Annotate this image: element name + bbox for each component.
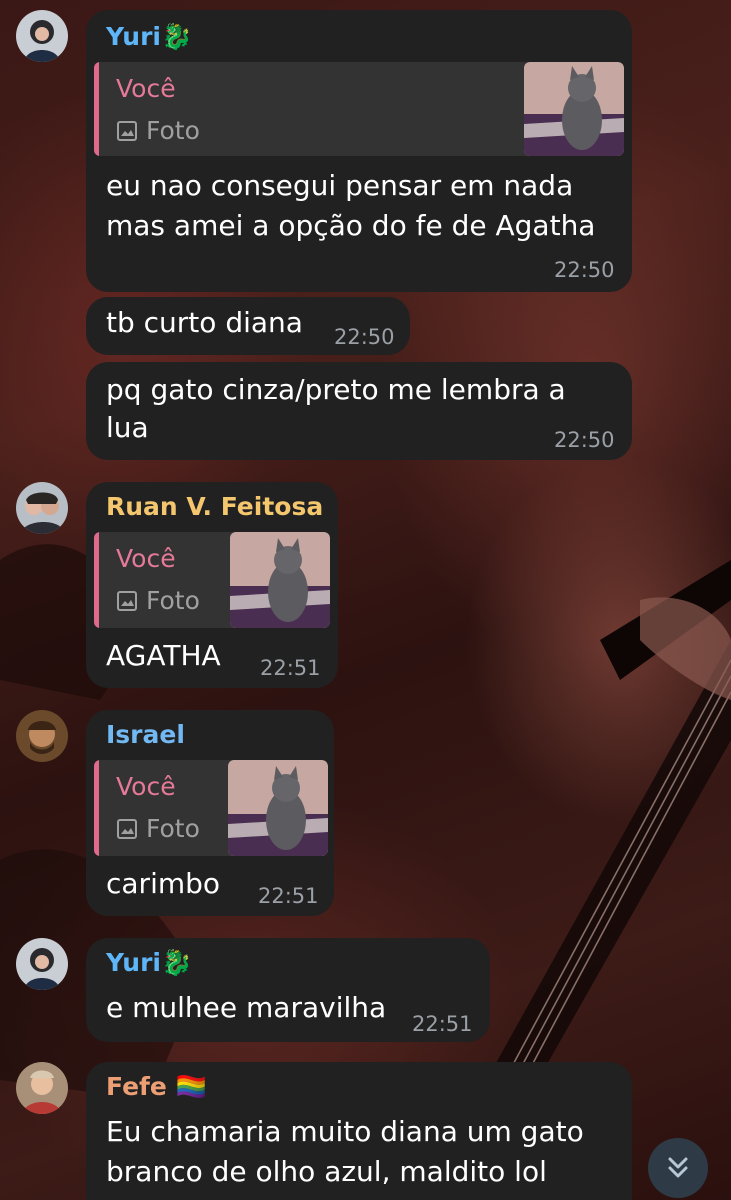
reply-photo-thumbnail [228, 760, 328, 856]
reply-accent-bar [94, 62, 99, 156]
avatar-yuri[interactable] [16, 938, 68, 990]
message-text: e mulhee maravilha [106, 991, 387, 1024]
message-bubble[interactable]: pq gato cinza/preto me lembra a lua 22:5… [86, 362, 632, 460]
reply-accent-bar [94, 532, 99, 628]
message-bubble[interactable]: Fefe 🏳️‍🌈 Eu chamaria muito diana um gat… [86, 1062, 632, 1200]
reply-preview[interactable]: Você Foto [94, 532, 330, 628]
reply-author: Você [116, 74, 176, 103]
sender-name[interactable]: Fefe 🏳️‍🌈 [106, 1072, 207, 1102]
reply-photo-thumbnail [524, 62, 624, 156]
reply-accent-bar [94, 760, 99, 856]
message-bubble[interactable]: Yuri🐉 e mulhee maravilha 22:51 [86, 938, 490, 1042]
message-text-line: mas amei a opção do fe de Agatha [106, 209, 596, 242]
reply-media-label: Foto [146, 814, 200, 843]
avatar-ruan[interactable] [16, 482, 68, 534]
message-text-line: eu nao consegui pensar em nada [106, 169, 574, 202]
message-time: 22:50 [554, 428, 615, 452]
message-bubble[interactable]: Ruan V. Feitosa Você Foto AGATHA 22:51 [86, 482, 338, 688]
message-time: 22:50 [334, 325, 395, 349]
reply-preview[interactable]: Você Foto [94, 760, 328, 856]
message-time: 22:50 [554, 258, 615, 282]
avatar-fefe[interactable] [16, 1062, 68, 1114]
message-time: 22:51 [412, 1012, 473, 1036]
reply-author: Você [116, 772, 176, 801]
reply-media-type: Foto [116, 116, 200, 145]
avatar-israel[interactable] [16, 710, 68, 762]
image-icon [117, 819, 137, 839]
reply-media-type: Foto [116, 586, 200, 615]
sender-name[interactable]: Yuri🐉 [106, 948, 192, 978]
sender-name[interactable]: Israel [106, 720, 185, 749]
message-text-line: lua [106, 411, 149, 444]
image-icon [117, 121, 137, 141]
message-text: AGATHA [106, 639, 221, 672]
sender-name[interactable]: Ruan V. Feitosa [106, 492, 323, 521]
avatar-yuri[interactable] [16, 10, 68, 62]
message-time: 22:51 [258, 884, 319, 908]
message-bubble[interactable]: Israel Você Foto carimbo 22:51 [86, 710, 334, 916]
reply-media-label: Foto [146, 586, 200, 615]
chevron-double-down-icon [668, 1157, 688, 1178]
message-text: tb curto diana [106, 306, 303, 339]
image-icon [117, 591, 137, 611]
reply-media-label: Foto [146, 116, 200, 145]
reply-media-type: Foto [116, 814, 200, 843]
message-bubble[interactable]: Yuri🐉 Você Foto eu nao consegui pensar e… [86, 10, 632, 292]
message-bubble[interactable]: tb curto diana 22:50 [86, 297, 410, 355]
reply-photo-thumbnail [230, 532, 330, 628]
message-text-line: Eu chamaria muito diana um gato [106, 1115, 584, 1148]
message-text-line: pq gato cinza/preto me lembra a [106, 373, 566, 406]
sender-name[interactable]: Yuri🐉 [106, 22, 192, 52]
reply-preview[interactable]: Você Foto [94, 62, 624, 156]
message-text: carimbo [106, 867, 221, 900]
message-text-line: branco de olho azul, maldito lol [106, 1155, 547, 1188]
reply-author: Você [116, 544, 176, 573]
scroll-to-bottom-button[interactable] [648, 1138, 708, 1198]
message-time: 22:51 [260, 656, 321, 680]
